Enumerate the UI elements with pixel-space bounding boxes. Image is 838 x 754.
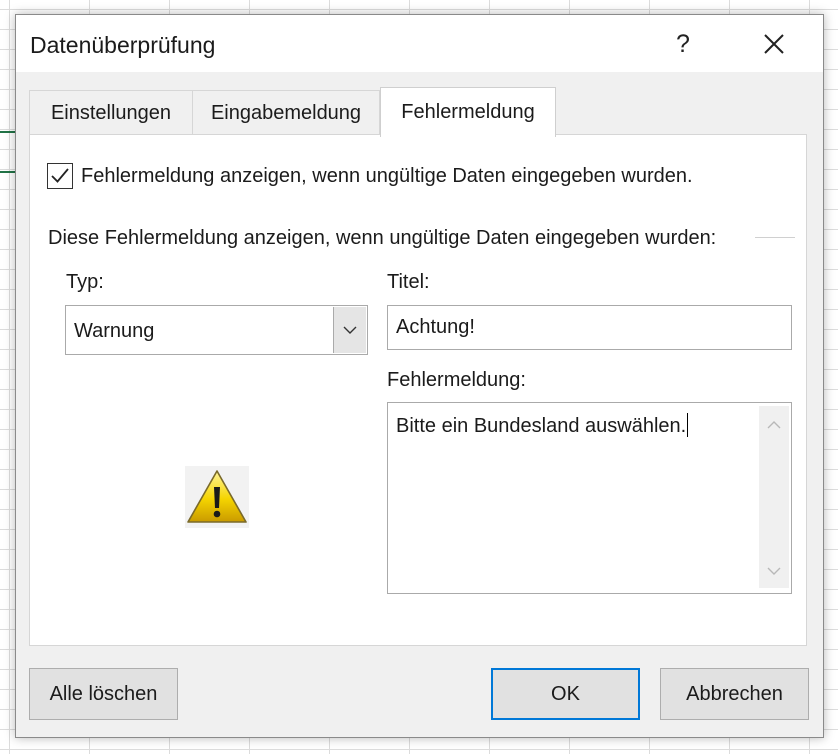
scroll-down-icon[interactable]	[767, 566, 781, 576]
tab-panel-fehlermeldung: Fehlermeldung anzeigen, wenn ungültige D…	[29, 134, 807, 646]
chevron-down-icon	[343, 326, 357, 334]
sheet-gridline-accent	[0, 171, 16, 173]
help-button[interactable]: ?	[661, 23, 705, 65]
title-input[interactable]: Achtung!	[387, 305, 792, 350]
cancel-button[interactable]: Abbrechen	[660, 668, 809, 720]
show-error-checkbox[interactable]	[47, 163, 73, 189]
close-icon	[764, 34, 784, 54]
tab-fehlermeldung[interactable]: Fehlermeldung	[380, 87, 556, 137]
dropdown-button[interactable]	[333, 307, 366, 353]
show-error-checkbox-label[interactable]: Fehlermeldung anzeigen, wenn ungültige D…	[81, 165, 693, 188]
ok-button[interactable]: OK	[491, 668, 640, 720]
type-select-value: Warnung	[74, 320, 155, 342]
vertical-scrollbar[interactable]	[759, 406, 789, 588]
error-message-label: Fehlermeldung:	[387, 369, 526, 391]
warning-icon	[185, 466, 249, 528]
scroll-up-icon[interactable]	[767, 420, 781, 430]
clear-all-button[interactable]: Alle löschen	[29, 668, 178, 720]
checkmark-icon	[51, 168, 69, 183]
text-caret	[687, 413, 689, 437]
type-label: Typ:	[66, 271, 104, 293]
error-message-textarea[interactable]: Bitte ein Bundesland auswählen.	[387, 402, 792, 594]
sheet-gridline-accent	[0, 131, 16, 133]
tab-eingabemeldung[interactable]: Eingabemeldung	[192, 90, 380, 135]
description-label: Diese Fehlermeldung anzeigen, wenn ungül…	[48, 227, 717, 249]
data-validation-dialog: Datenüberprüfung ? Einstellungen Eingabe…	[15, 14, 824, 738]
dialog-title: Datenüberprüfung	[30, 32, 216, 58]
group-divider	[755, 237, 795, 238]
type-select[interactable]: Warnung	[65, 305, 368, 355]
title-bar: Datenüberprüfung ?	[16, 15, 823, 72]
tab-einstellungen[interactable]: Einstellungen	[29, 90, 193, 135]
error-message-text: Bitte ein Bundesland auswählen.	[396, 413, 689, 437]
title-label: Titel:	[387, 271, 430, 293]
close-button[interactable]	[752, 23, 796, 65]
